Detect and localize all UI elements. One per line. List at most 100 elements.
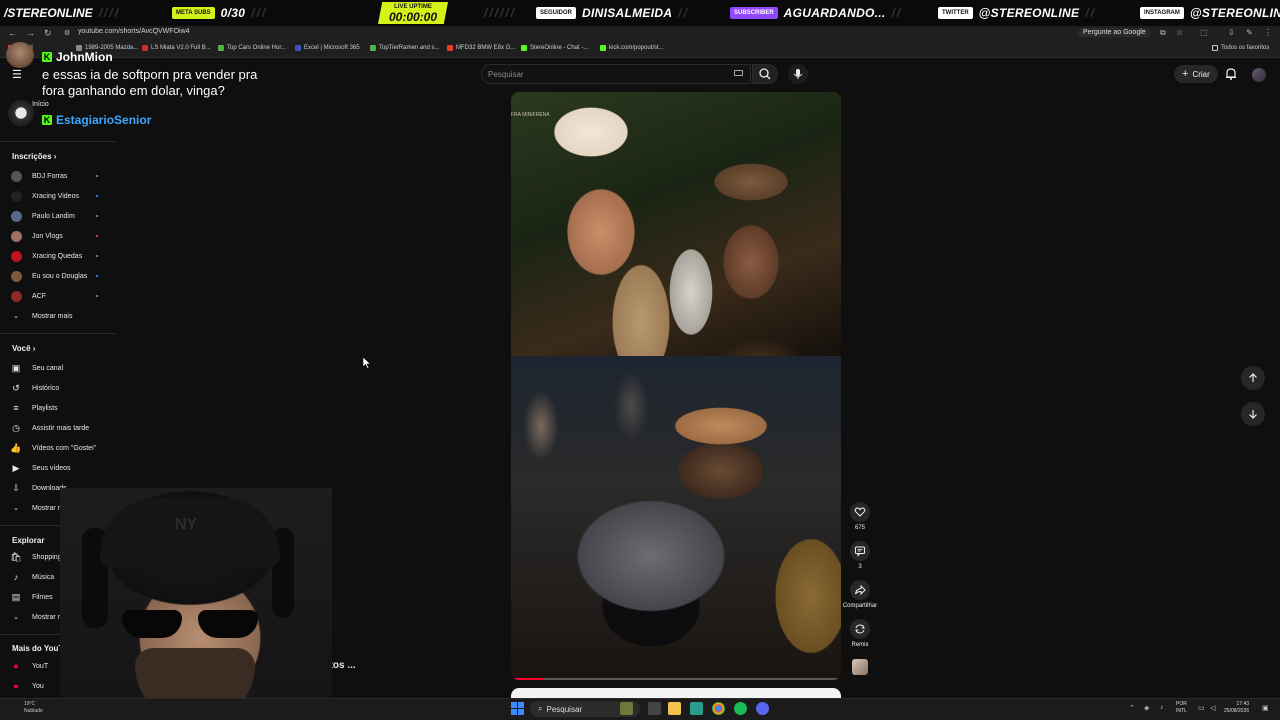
bookmark-item[interactable]: Top Cars Online Hor... <box>218 45 286 51</box>
sidebar-subscription-item[interactable]: ACF <box>10 288 110 304</box>
like-button[interactable] <box>850 502 870 522</box>
menu-dots-icon[interactable]: ⋮ <box>1264 28 1272 37</box>
short-video-player[interactable]: FRA MINIFRENA <box>511 92 841 680</box>
address-bar[interactable]: youtube.com/shorts/AvcQVWFOiw4 <box>78 28 190 35</box>
share-button[interactable] <box>850 580 870 600</box>
bookmark-item[interactable]: kick.com/popout/st... <box>600 45 664 51</box>
bookmark-label: Excel | Microsoft 365 <box>304 45 360 51</box>
sidebar-item-label: Shopping <box>32 553 62 561</box>
sound-avatar[interactable] <box>852 659 868 675</box>
downloads-icon: ⇩ <box>12 482 20 493</box>
new-content-dot <box>96 175 98 177</box>
microphone-icon <box>793 69 803 79</box>
sidebar-voce-item[interactable]: ↺ Histórico <box>10 380 110 396</box>
taskbar-widget-icon[interactable] <box>620 702 633 715</box>
tray-app-icon[interactable]: ◈ <box>1144 704 1149 712</box>
keyboard-language[interactable]: POR INTL <box>1176 701 1187 715</box>
all-bookmarks-button[interactable]: Todos os favoritos <box>1212 45 1269 51</box>
search-icon: ⌕ <box>538 704 543 713</box>
weather-widget[interactable]: 19°C Nublado <box>24 701 43 715</box>
file-explorer-icon[interactable] <box>668 702 681 715</box>
like-action[interactable]: 675 <box>848 502 872 531</box>
overlay-brand: /STEREONLINE <box>4 6 93 20</box>
subscriber-tag: SUBSCRIBER <box>730 7 778 19</box>
bookmark-item[interactable]: Excel | Microsoft 365 <box>295 45 360 51</box>
keyboard-icon[interactable] <box>734 70 743 76</box>
sidebar-subscription-item[interactable]: BDJ Forras <box>10 168 110 184</box>
previous-short-button[interactable] <box>1241 366 1265 390</box>
bookmark-star-icon[interactable]: ☆ <box>1176 28 1183 37</box>
search-input[interactable] <box>488 66 708 82</box>
remix-button[interactable] <box>850 619 870 639</box>
overlay-divider: // <box>1085 6 1096 20</box>
bookmark-item[interactable]: MFD32 BMW E8x G... <box>447 45 515 51</box>
create-label: Criar <box>1192 69 1210 79</box>
system-clock[interactable]: 17:43 25/08/2026 <box>1224 701 1249 715</box>
search-button[interactable] <box>752 64 778 84</box>
back-icon[interactable]: ← <box>8 28 17 38</box>
next-short-button[interactable] <box>1241 402 1265 426</box>
voice-search-button[interactable] <box>788 64 808 84</box>
notifications-bell-icon[interactable] <box>1224 67 1238 81</box>
sidebar-voce-item[interactable]: ▶ Seus vídeos <box>10 460 110 476</box>
cast-icon[interactable]: ⧉ <box>1160 28 1166 38</box>
task-view-icon[interactable] <box>648 702 661 715</box>
live-uptime-panel: LIVE UPTIME 00:00:00 <box>378 2 448 24</box>
bookmark-item[interactable]: LS Miata V2.0 Full B... <box>142 45 211 51</box>
extensions-icon[interactable]: ⬚ <box>1200 28 1208 37</box>
voce-heading[interactable]: Você › <box>12 344 35 353</box>
history-icon: ↺ <box>12 382 20 393</box>
sidebar-voce-item[interactable]: ≡ Playlists <box>10 400 110 416</box>
seguidor-tag: SEGUIDOR <box>536 7 577 19</box>
windows-start-icon[interactable] <box>511 702 524 715</box>
spotify-icon[interactable] <box>734 702 747 715</box>
sidebar-voce-item[interactable]: 👍 Vídeos com "Gostei" <box>10 440 110 456</box>
notification-center-icon[interactable]: ▣ <box>1262 704 1269 712</box>
chat-username-text: EstagiarioSenior <box>56 113 152 127</box>
bookmark-item[interactable]: TopTierRamen and s... <box>370 45 439 51</box>
chrome-icon[interactable] <box>712 702 725 715</box>
sidebar-voce-item[interactable]: ▣ Seu canal <box>10 360 110 376</box>
discord-icon[interactable] <box>756 702 769 715</box>
volume-icon[interactable]: ◁ <box>1210 704 1215 712</box>
comment-button[interactable] <box>850 541 870 561</box>
overlay-divider: /// <box>251 6 268 20</box>
bookmark-item[interactable]: StereOnline - Chat -... <box>521 45 588 51</box>
sidebar-subscription-item[interactable]: Paulo Landim <box>10 208 110 224</box>
sidebar-voce-item[interactable]: ◷ Assistir mais tarde <box>10 420 110 436</box>
inscricoes-heading[interactable]: Inscrições › <box>12 152 56 161</box>
downloads-icon[interactable]: ⇩ <box>1228 28 1235 37</box>
site-info-icon[interactable]: ⚙ <box>64 29 70 37</box>
sidebar-subscription-item[interactable]: Xracing Quedas <box>10 248 110 264</box>
channel-avatar <box>11 210 22 222</box>
remix-label: Remix <box>851 642 869 648</box>
edit-icon[interactable]: ✎ <box>1246 28 1253 37</box>
tray-chevron-icon[interactable]: ⌃ <box>1129 704 1135 712</box>
bookmark-favicon-icon <box>370 45 376 51</box>
forward-icon[interactable]: → <box>26 28 35 38</box>
reload-icon[interactable]: ↻ <box>44 28 52 39</box>
bookmark-favicon-icon <box>447 45 453 51</box>
network-icon[interactable]: ▭ <box>1198 704 1205 712</box>
overlay-divider: //// <box>98 6 121 20</box>
chevron-down-icon: ⌄ <box>13 505 19 512</box>
hamburger-menu-icon[interactable]: ☰ <box>12 68 22 81</box>
sidebar-subscription-item[interactable]: Xracing Videos <box>10 188 110 204</box>
account-avatar[interactable] <box>1252 68 1266 82</box>
streamer-webcam: NY <box>60 488 332 720</box>
sidebar-subscription-item[interactable]: Jon Vlogs <box>10 228 110 244</box>
ask-google-button[interactable]: Pergunte ao Google <box>1078 28 1151 37</box>
tray-mic-icon[interactable]: ♪ <box>1160 704 1164 711</box>
weather-desc: Nublado <box>24 708 43 714</box>
clock-date: 25/08/2026 <box>1224 708 1250 714</box>
sidebar-mostrar-mais[interactable]: ⌄ Mostrar mais <box>10 308 110 324</box>
sidebar-subscription-item[interactable]: Eu sou o Douglas <box>10 268 110 284</box>
bookmark-label: MFD32 BMW E8x G... <box>456 45 516 51</box>
remix-action[interactable]: Remix <box>848 619 872 648</box>
share-action[interactable]: Compartilhar <box>843 580 877 609</box>
create-button[interactable]: + Criar <box>1174 65 1218 83</box>
store-icon[interactable] <box>690 702 703 715</box>
comment-action[interactable]: 3 <box>848 541 872 570</box>
video-progress-bar[interactable] <box>511 678 841 680</box>
overlay-seguidor-group: SEGUIDOR DINISALMEIDA // <box>536 4 689 22</box>
